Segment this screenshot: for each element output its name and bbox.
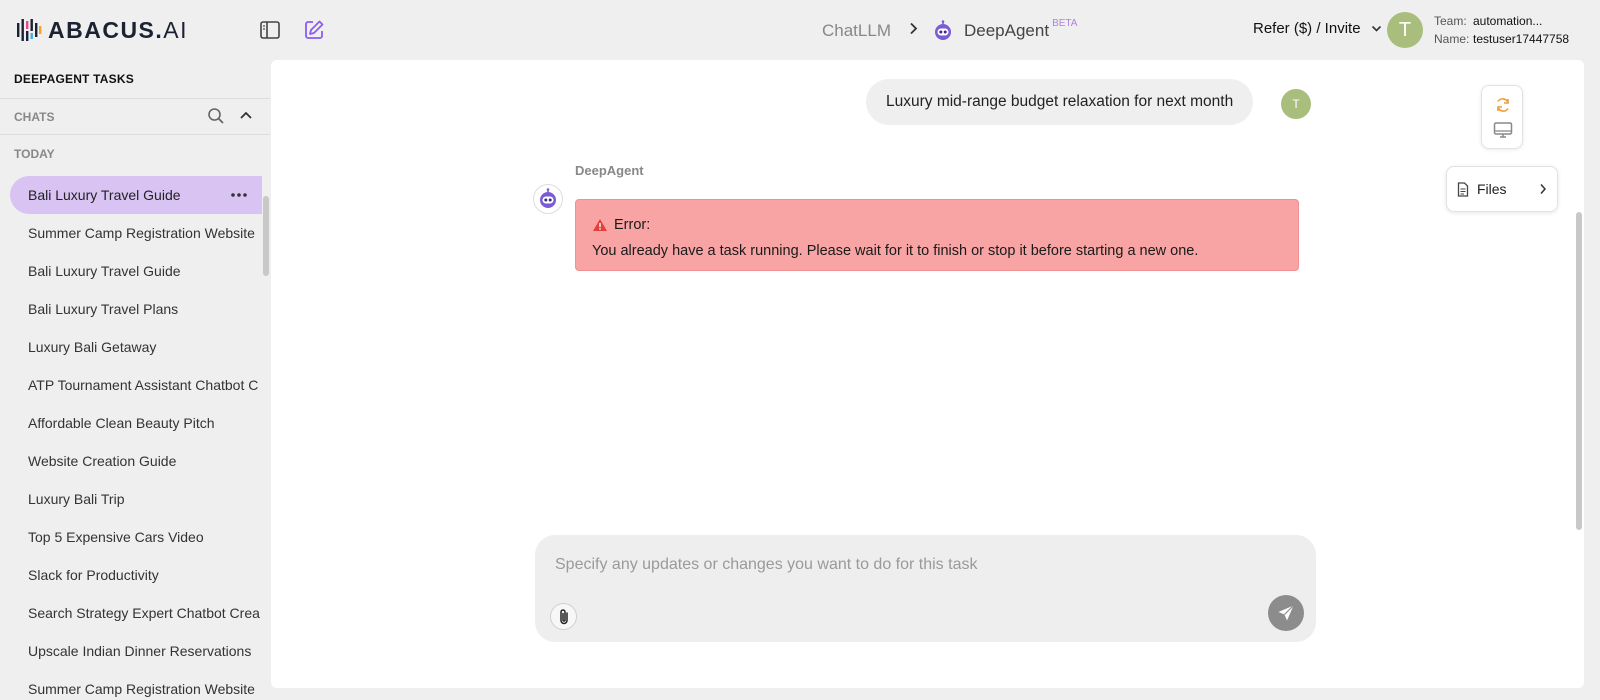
error-text: You already have a task running. Please … [592,243,1199,259]
error-message: Error: You already have a task running. … [575,199,1299,271]
chat-item-active[interactable]: Bali Luxury Travel Guide [10,176,262,214]
send-icon [1278,605,1294,621]
chats-section-label: CHATS [14,110,55,124]
divider [0,98,270,99]
agent-name-label: DeepAgent [575,163,644,178]
chat-list: Bali Luxury Travel Guide Summer Camp Reg… [0,176,262,700]
logo-text-main: ABACUS. [48,16,164,43]
send-button[interactable] [1268,595,1304,631]
chat-item-label: Bali Luxury Travel Guide [28,263,181,279]
chat-item-label: Luxury Bali Trip [28,491,125,507]
chat-item-label: Bali Luxury Travel Plans [28,301,179,317]
chat-item-label: Top 5 Expensive Cars Video [28,529,204,545]
breadcrumb-chatllm[interactable]: ChatLLM [822,21,891,41]
divider [0,134,270,135]
warning-icon [593,219,607,231]
chat-item-label: Summer Camp Registration Website [28,225,255,241]
files-label: Files [1477,181,1507,197]
chat-item[interactable]: Summer Camp Registration Website [0,214,262,252]
robot-icon [934,20,951,40]
chat-item[interactable]: Top 5 Expensive Cars Video [0,518,262,556]
chat-item[interactable]: Slack for Productivity [0,556,262,594]
more-options-icon[interactable] [230,188,248,202]
chat-item-label: Search Strategy Expert Chatbot Crea [28,605,260,621]
paperclip-icon [559,608,568,624]
main-scrollbar[interactable] [1576,212,1582,530]
new-chat-edit-icon[interactable] [302,18,326,42]
chevron-up-icon[interactable] [237,107,255,125]
chat-item[interactable]: ATP Tournament Assistant Chatbot C [0,366,262,404]
chat-item[interactable]: Summer Camp Registration Website [0,670,262,700]
conversation-panel: Luxury mid-range budget relaxation for n… [271,60,1584,688]
name-key: Name: [1434,32,1470,46]
breadcrumb-deepagent[interactable]: DeepAgent [964,21,1049,41]
chat-item-label: Affordable Clean Beauty Pitch [28,415,215,431]
computer-icon[interactable] [1492,119,1514,141]
chat-item-label: Upscale Indian Dinner Reservations [28,643,252,659]
message-composer [535,535,1316,642]
attach-button[interactable] [550,603,577,630]
sidebar-toggle-icon[interactable] [258,18,282,42]
chat-item-label: Summer Camp Registration Website [28,681,255,697]
chat-item-label: Website Creation Guide [28,453,177,469]
today-section-label: TODAY [14,147,55,161]
user-message-avatar: T [1281,89,1311,119]
chevron-down-icon [1371,25,1381,32]
chevron-right-icon [1540,184,1547,194]
chat-item[interactable]: Upscale Indian Dinner Reservations [0,632,262,670]
chat-item[interactable]: Search Strategy Expert Chatbot Crea [0,594,262,632]
logo-text-suffix: AI [163,16,189,43]
team-value: automation... [1473,14,1543,28]
sidebar: DEEPAGENT TASKS CHATS TODAY Bali Luxury … [0,60,270,700]
chat-item[interactable]: Website Creation Guide [0,442,262,480]
user-avatar[interactable]: T [1387,12,1423,48]
error-title: Error: [614,217,651,233]
chat-item[interactable]: Luxury Bali Getaway [0,328,262,366]
chat-item-label: Luxury Bali Getaway [28,339,157,355]
sidebar-title: DEEPAGENT TASKS [14,72,134,86]
files-panel-button[interactable]: Files [1446,166,1558,212]
chat-item-label: Slack for Productivity [28,567,159,583]
agent-avatar [533,184,563,214]
chat-item[interactable]: Luxury Bali Trip [0,480,262,518]
tool-stack [1481,85,1523,149]
chevron-right-icon [909,22,918,40]
team-key: Team: [1434,14,1467,28]
robot-icon [540,188,556,208]
abacus-logo[interactable]: ABACUS.AI [16,16,188,44]
file-icon [1457,181,1469,197]
chat-item-label: ATP Tournament Assistant Chatbot C [28,377,259,393]
abacus-logo-icon [17,19,42,41]
sidebar-scrollbar[interactable] [263,196,269,276]
refer-invite-dropdown[interactable]: Refer ($) / Invite [1253,20,1382,37]
name-value: testuser17447758 [1473,32,1570,46]
top-bar: ABACUS.AI ChatLLM DeepAgent BETA Refer (… [0,0,1600,60]
user-meta[interactable]: Team: automation... Name: testuser17447758 [1434,12,1569,48]
beta-badge: BETA [1052,17,1078,29]
refresh-icon[interactable] [1492,94,1514,116]
logo-text: ABACUS.AI [48,17,188,44]
error-header: Error: [592,212,1282,238]
chat-item[interactable]: Affordable Clean Beauty Pitch [0,404,262,442]
chat-item[interactable]: Bali Luxury Travel Guide [0,252,262,290]
breadcrumb: ChatLLM DeepAgent BETA [822,18,1077,44]
task-update-input[interactable] [555,553,1275,577]
chat-item[interactable]: Bali Luxury Travel Plans [0,290,262,328]
refer-invite-label: Refer ($) / Invite [1253,20,1361,37]
chat-item-label: Bali Luxury Travel Guide [28,187,181,203]
user-message-bubble: Luxury mid-range budget relaxation for n… [866,79,1254,125]
search-icon[interactable] [207,107,225,125]
